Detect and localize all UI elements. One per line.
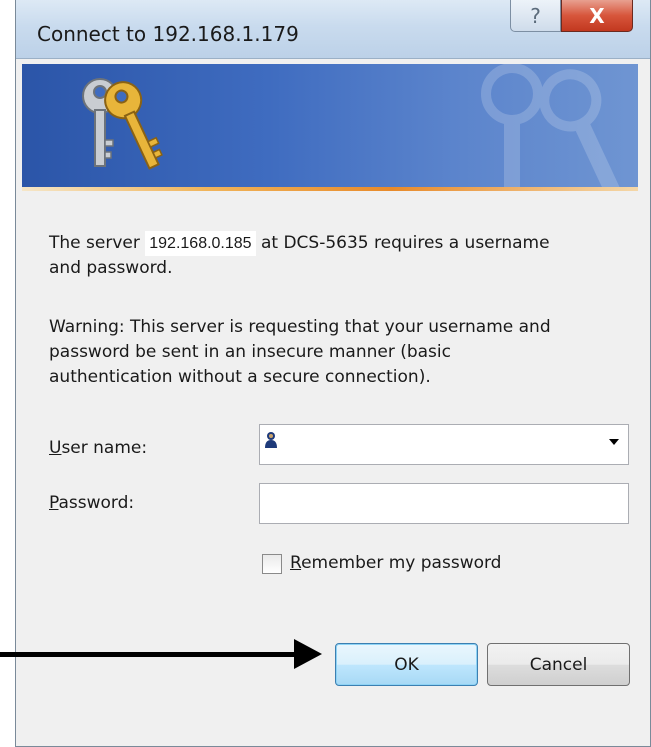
arrow-right-icon (294, 639, 322, 669)
help-icon: ? (530, 3, 541, 28)
login-dialog: Connect to 192.168.1.179 ? X The server … (15, 0, 651, 747)
user-icon (265, 432, 277, 448)
warning-message: Warning: This server is requesting that … (49, 315, 639, 390)
warning-line1: Warning: This server is requesting that … (49, 317, 551, 337)
annotation-arrow-line (0, 652, 300, 657)
remember-text: emember my password (301, 553, 502, 573)
message-prefix: The server (49, 233, 146, 253)
password-label-text: assword: (58, 493, 135, 513)
chevron-down-icon[interactable] (609, 439, 619, 445)
server-message: The server 192.168.0.185 at DCS-5635 req… (49, 231, 639, 281)
keys-icon (82, 78, 163, 170)
remember-mnemonic: R (290, 553, 302, 573)
cancel-button-label: Cancel (529, 654, 588, 675)
window-title: Connect to 192.168.1.179 (37, 22, 299, 46)
username-label: User name: (49, 438, 147, 458)
close-button[interactable]: X (561, 0, 633, 32)
message-line2: and password. (49, 258, 173, 278)
remember-password-label[interactable]: Remember my password (290, 553, 501, 573)
warning-line3: authentication without a secure connecti… (49, 367, 431, 387)
help-button[interactable]: ? (510, 0, 561, 32)
warning-line2: password be sent in an insecure manner (… (49, 342, 451, 362)
message-suffix: at DCS-5635 requires a username (255, 233, 550, 253)
username-label-text: ser name: (61, 438, 148, 458)
password-label: Password: (49, 493, 134, 513)
password-field[interactable] (259, 483, 629, 524)
password-label-mnemonic: P (49, 493, 59, 513)
server-ip: 192.168.0.185 (145, 231, 256, 256)
banner (22, 64, 638, 188)
close-icon: X (589, 3, 605, 28)
username-label-mnemonic: U (49, 438, 62, 458)
ok-button[interactable]: OK (335, 643, 478, 686)
title-bar[interactable]: Connect to 192.168.1.179 ? X (16, 0, 650, 59)
ok-button-label: OK (394, 654, 419, 675)
keys-watermark-icon (481, 64, 622, 188)
cancel-button[interactable]: Cancel (487, 643, 630, 686)
remember-password-checkbox[interactable] (262, 554, 282, 574)
username-combobox[interactable] (259, 424, 629, 465)
dialog-content: The server 192.168.0.185 at DCS-5635 req… (22, 191, 638, 741)
